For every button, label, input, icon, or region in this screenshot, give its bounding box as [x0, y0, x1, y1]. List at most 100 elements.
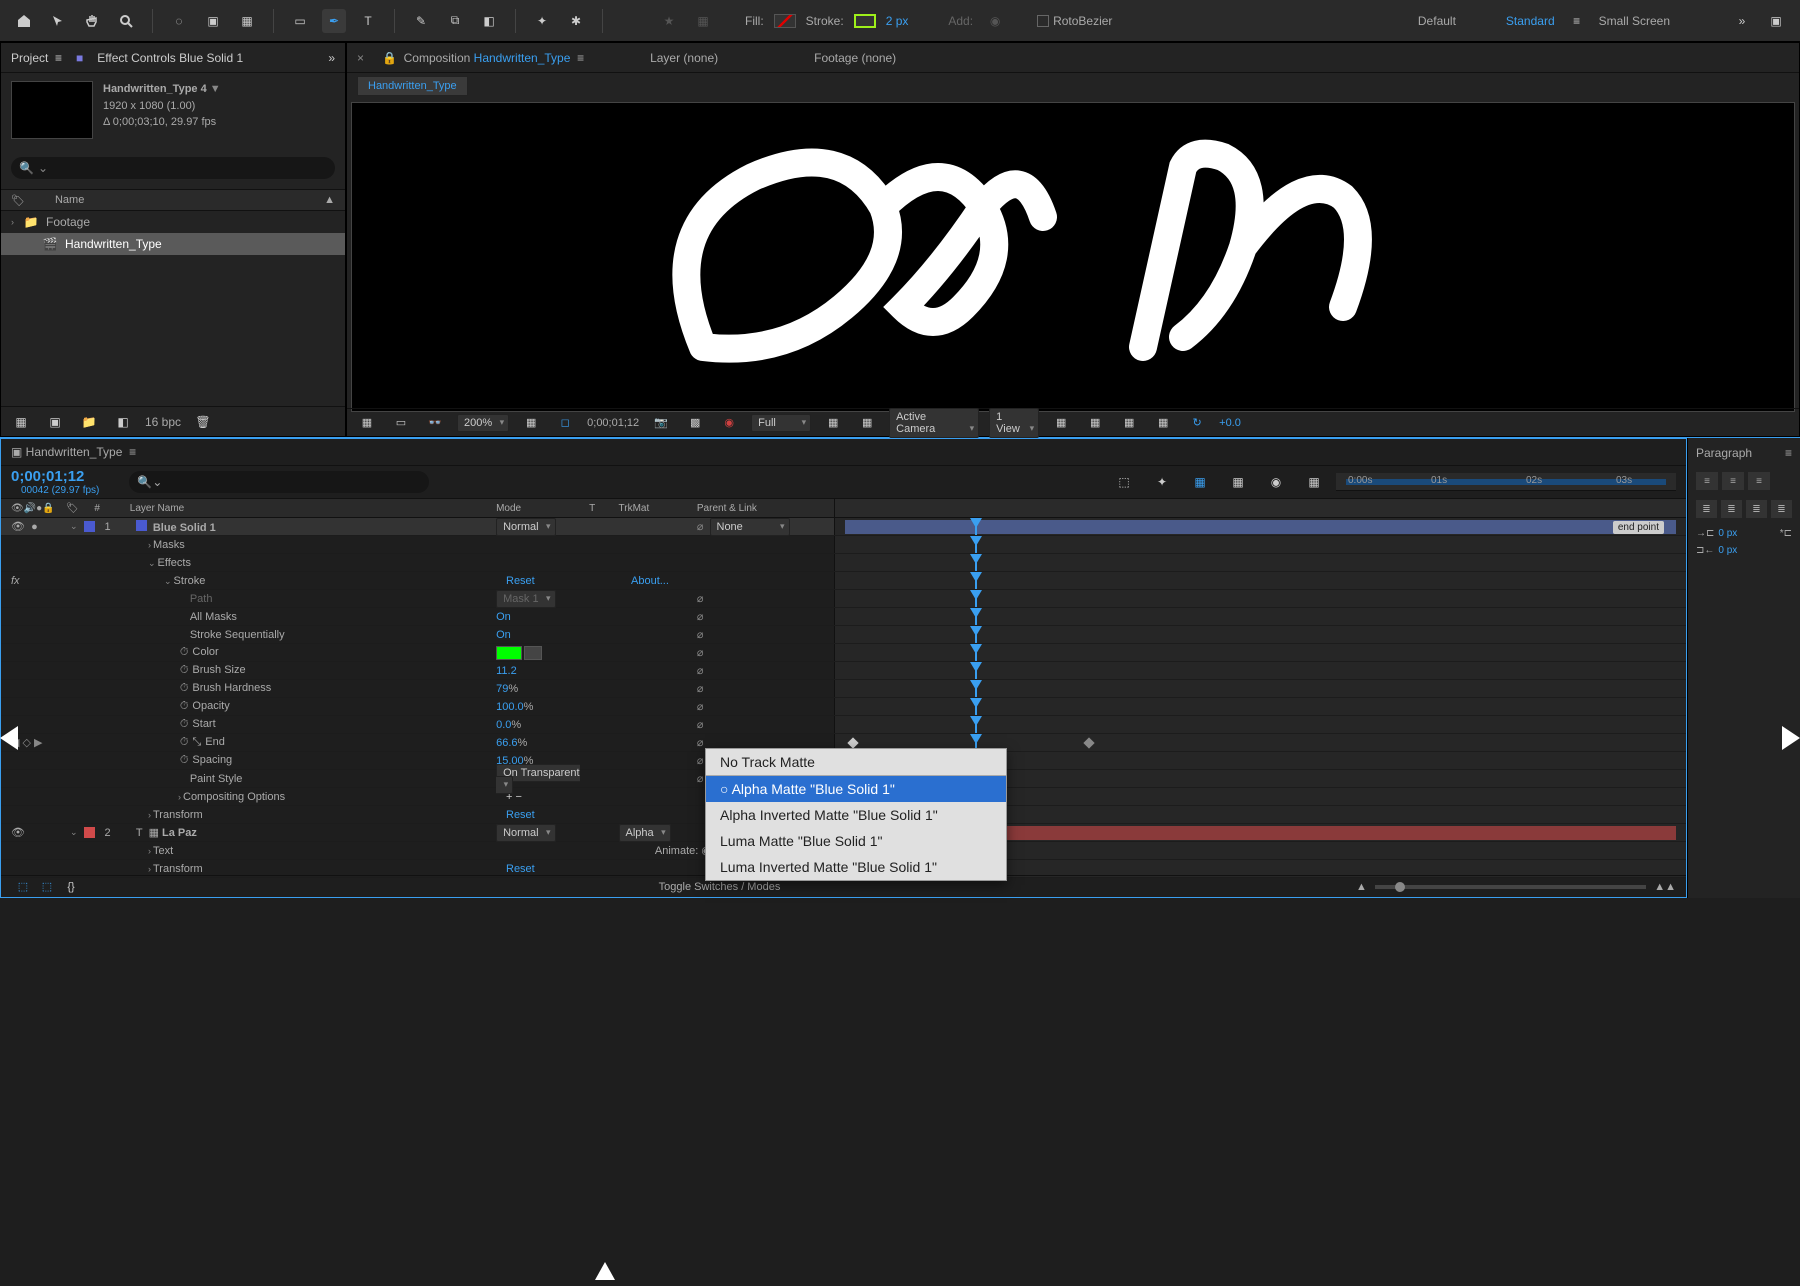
search-help-icon[interactable]: ▣: [1764, 9, 1788, 33]
stroke-swatch[interactable]: [854, 14, 876, 28]
time-ruler[interactable]: 0:00s 01s 02s 03s: [1336, 473, 1676, 491]
more-icon[interactable]: »: [1730, 9, 1754, 33]
comp-tab[interactable]: 🔒 Composition Handwritten_Type ≡: [382, 51, 584, 65]
bpc-label[interactable]: 16 bpc: [145, 415, 181, 429]
show-snapshot-icon[interactable]: ▩: [683, 411, 707, 435]
tag-icon[interactable]: 🏷: [11, 194, 25, 207]
magnification-icon[interactable]: ▦: [355, 411, 379, 435]
trkmat-luma-inv[interactable]: Luma Inverted Matte "Blue Solid 1": [706, 854, 1006, 880]
color-swatch[interactable]: [496, 646, 522, 660]
home-icon[interactable]: [12, 9, 36, 33]
graph-editor-icon[interactable]: ▦: [1302, 470, 1326, 494]
col-name[interactable]: Name: [55, 194, 84, 206]
exposure-value[interactable]: +0.0: [1219, 417, 1241, 429]
justify-left-icon[interactable]: ≣: [1696, 500, 1717, 518]
align-left-icon[interactable]: ≡: [1696, 472, 1718, 490]
indent-left-icon[interactable]: →⊏: [1696, 528, 1714, 539]
type-tool-icon[interactable]: T: [356, 9, 380, 33]
vis-col-icon[interactable]: 👁🔊●🔒: [11, 503, 55, 514]
mask-vis-icon[interactable]: 👓: [423, 411, 447, 435]
zoom-dropdown[interactable]: 200%: [457, 414, 509, 432]
eyedropper-icon[interactable]: [524, 646, 542, 660]
right-nav-arrow[interactable]: [1780, 726, 1800, 750]
toggle-switches[interactable]: Toggle Switches / Modes: [83, 881, 1356, 893]
transparency-icon[interactable]: ▦: [821, 411, 845, 435]
stroke-width[interactable]: 2 px: [886, 14, 909, 28]
new-folder-icon[interactable]: 📁: [77, 410, 101, 434]
folder-row[interactable]: ›📁Footage: [1, 211, 345, 233]
roto-tool-icon[interactable]: ✦: [530, 9, 554, 33]
snapshot-icon[interactable]: 📷: [649, 411, 673, 435]
justify-right-icon[interactable]: ≣: [1746, 500, 1767, 518]
rectangle-tool-icon[interactable]: ▭: [288, 9, 312, 33]
timecode[interactable]: 0;00;01;12: [11, 468, 99, 485]
resolution-dropdown[interactable]: Full: [751, 414, 811, 432]
grid-icon[interactable]: ▭: [389, 411, 413, 435]
indent-right-icon[interactable]: ⊐←: [1696, 545, 1714, 556]
draft3d-icon[interactable]: ✦: [1150, 470, 1174, 494]
project-search[interactable]: 🔍⌄: [11, 157, 335, 179]
reset-link[interactable]: Reset: [506, 575, 535, 587]
timeline-tab[interactable]: ▣ Handwritten_Type ≡: [11, 445, 136, 459]
rotobezier-checkbox[interactable]: RotoBezier: [1037, 14, 1112, 28]
trkmat-none[interactable]: No Track Matte: [706, 749, 1006, 775]
clone-tool-icon[interactable]: ⧉: [443, 9, 467, 33]
fill-swatch[interactable]: [774, 14, 796, 28]
motion-blur-icon[interactable]: ◉: [1264, 470, 1288, 494]
left-nav-arrow[interactable]: [0, 726, 20, 750]
3d-icon[interactable]: ▦: [855, 411, 879, 435]
shy-icon[interactable]: ▦: [1188, 470, 1212, 494]
tl-footer-icon2[interactable]: ⬚: [35, 875, 59, 899]
col-type-icon[interactable]: ▲: [324, 194, 335, 206]
selection-tool-icon[interactable]: [46, 9, 70, 33]
layer-row-1[interactable]: 👁 ● ⌄1 Blue Solid 1 Normal ⌀None end poi…: [1, 518, 1686, 536]
tab-project[interactable]: Project ≡: [11, 51, 62, 65]
color-depth-icon[interactable]: ◧: [111, 410, 135, 434]
timeline-icon[interactable]: ▦: [1117, 411, 1141, 435]
flowchart-icon[interactable]: ▦: [1151, 411, 1175, 435]
add-dropdown-icon[interactable]: ◉: [983, 9, 1007, 33]
justify-center-icon[interactable]: ≣: [1721, 500, 1742, 518]
views-dropdown[interactable]: 1 View: [989, 408, 1039, 438]
timeline-search[interactable]: 🔍⌄: [129, 471, 429, 493]
orbit-tool-icon[interactable]: ◌: [167, 9, 191, 33]
justify-all-icon[interactable]: ≣: [1771, 500, 1792, 518]
hand-tool-icon[interactable]: [80, 9, 104, 33]
resolution-icon[interactable]: ▦: [519, 411, 543, 435]
star-icon[interactable]: ★: [657, 9, 681, 33]
label-col-icon[interactable]: 🏷: [66, 503, 79, 514]
footage-tab[interactable]: Footage (none): [814, 51, 896, 65]
zoom-tool-icon[interactable]: [114, 9, 138, 33]
tl-footer-icon3[interactable]: {}: [59, 875, 83, 899]
eraser-tool-icon[interactable]: ◧: [477, 9, 501, 33]
region-icon[interactable]: ◻: [553, 411, 577, 435]
trkmat-dropdown[interactable]: Alpha: [619, 824, 671, 842]
tl-footer-icon1[interactable]: ⬚: [11, 875, 35, 899]
align-center-icon[interactable]: ≡: [1722, 472, 1744, 490]
workspace-smallscreen[interactable]: Small Screen: [1599, 14, 1670, 28]
new-comp-icon[interactable]: ▣: [43, 410, 67, 434]
panel-overflow-icon[interactable]: »: [328, 51, 335, 65]
comp-row[interactable]: 🎬Handwritten_Type: [1, 233, 345, 255]
workspace-default[interactable]: Default: [1418, 14, 1456, 28]
comp-flowchart-icon[interactable]: ⬚: [1112, 470, 1136, 494]
trkmat-alpha-inv[interactable]: Alpha Inverted Matte "Blue Solid 1": [706, 802, 1006, 828]
camera-tool-icon[interactable]: ▣: [201, 9, 225, 33]
camera-dropdown[interactable]: Active Camera: [889, 408, 979, 438]
comp-thumbnail[interactable]: [11, 81, 93, 139]
pen-tool-icon[interactable]: ✒: [322, 9, 346, 33]
reset-exposure-icon[interactable]: ↻: [1185, 411, 1209, 435]
workspace-menu-icon[interactable]: ≡: [1565, 9, 1589, 33]
bottom-nav-arrow[interactable]: [595, 1262, 615, 1286]
puppet-tool-icon[interactable]: ✱: [564, 9, 588, 33]
brush-tool-icon[interactable]: ✎: [409, 9, 433, 33]
frame-blend-icon[interactable]: ▦: [1226, 470, 1250, 494]
fast-preview-icon[interactable]: ▦: [1083, 411, 1107, 435]
panel-menu-icon[interactable]: ≡: [1785, 446, 1792, 460]
trkmat-alpha[interactable]: Alpha Matte "Blue Solid 1": [706, 776, 1006, 802]
fx-badge[interactable]: fx: [11, 575, 20, 587]
layer-bar-1[interactable]: end point: [845, 520, 1676, 534]
trkmat-luma[interactable]: Luma Matte "Blue Solid 1": [706, 828, 1006, 854]
indent-first-icon[interactable]: *⊏: [1780, 528, 1792, 539]
about-link[interactable]: About...: [631, 575, 669, 587]
